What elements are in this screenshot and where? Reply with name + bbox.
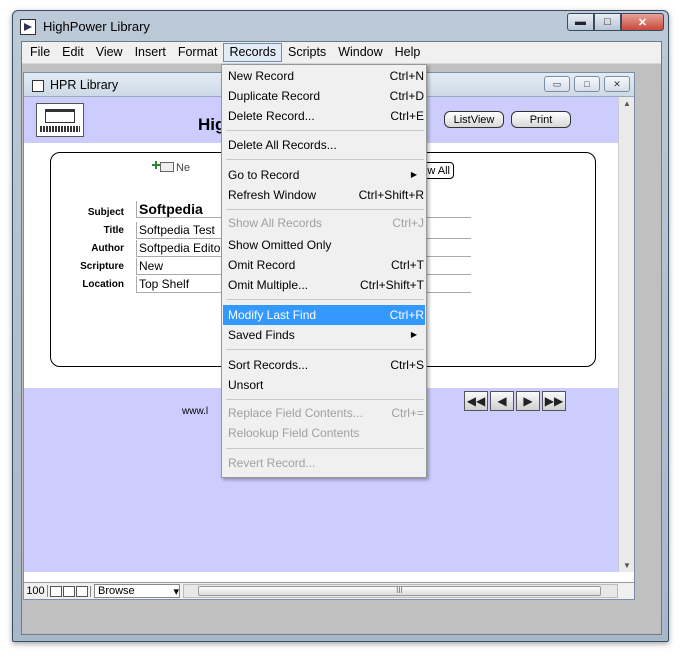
- menu-item-unsort[interactable]: Unsort: [223, 375, 425, 395]
- mode-select[interactable]: Browse ▾: [94, 584, 180, 598]
- menu-item-show-all-records: Show All Records Ctrl+J: [228, 216, 424, 230]
- menu-insert[interactable]: Insert: [129, 43, 172, 62]
- menu-item-duplicate-record[interactable]: Duplicate Record Ctrl+D: [223, 86, 425, 106]
- listview-button[interactable]: ListView: [444, 111, 504, 128]
- zoom-level[interactable]: 100: [24, 585, 48, 597]
- menu-item-show-omitted-only[interactable]: Show Omitted Only: [223, 235, 425, 255]
- records-menu-dropdown: New Record Ctrl+N Duplicate Record Ctrl+D …: [221, 64, 427, 478]
- app-titlebar[interactable]: HighPower Library ▬ □ ✕: [13, 11, 668, 41]
- menu-separator: [226, 448, 424, 449]
- record-navigation: ◀◀ ◀ ▶ ▶▶: [464, 391, 566, 411]
- app-icon: [20, 19, 36, 35]
- chevron-down-icon: ▾: [173, 585, 179, 598]
- menu-item-omit-record[interactable]: Omit Record Ctrl+T: [223, 255, 425, 275]
- zoom-out-icon[interactable]: [50, 585, 62, 597]
- menu-separator: [226, 159, 424, 160]
- menu-item-saved-finds[interactable]: Saved Finds ▶: [223, 325, 425, 345]
- new-record-icon[interactable]: [152, 158, 174, 174]
- scroll-down-icon[interactable]: ▼: [623, 561, 631, 570]
- title-label: Title: [103, 225, 124, 236]
- menu-format[interactable]: Format: [172, 43, 224, 62]
- minimize-button[interactable]: ▬: [567, 13, 594, 31]
- last-record-button[interactable]: ▶▶: [542, 391, 566, 411]
- menu-item-modify-last-find[interactable]: Modify Last Find Ctrl+R: [223, 305, 425, 325]
- author-label: Author: [91, 243, 124, 254]
- menu-item-delete-record[interactable]: Delete Record... Ctrl+E: [223, 106, 425, 126]
- vertical-scrollbar[interactable]: ▲ ▼: [618, 97, 634, 572]
- menu-item-sort-records[interactable]: Sort Records... Ctrl+S: [223, 355, 425, 375]
- new-record-label[interactable]: Ne: [176, 162, 190, 174]
- document-title: HPR Library: [50, 78, 119, 92]
- doc-maximize-button[interactable]: □: [574, 76, 600, 92]
- menu-separator: [226, 130, 424, 131]
- doc-minimize-button[interactable]: ▭: [544, 76, 570, 92]
- menu-edit[interactable]: Edit: [56, 43, 90, 62]
- menu-help[interactable]: Help: [389, 43, 427, 62]
- doc-close-button[interactable]: ✕: [604, 76, 630, 92]
- mode-value: Browse: [98, 585, 135, 597]
- menu-item-new-record[interactable]: New Record Ctrl+N: [223, 66, 425, 86]
- print-button[interactable]: Print: [511, 111, 571, 128]
- menu-file[interactable]: File: [24, 43, 56, 62]
- document-icon: [32, 80, 44, 92]
- menu-item-relookup-field-contents: Relookup Field Contents: [228, 426, 360, 440]
- status-toggle-icon[interactable]: [76, 585, 88, 597]
- menu-separator: [226, 209, 424, 210]
- menu-item-replace-field-contents: Replace Field Contents... Ctrl+=: [228, 406, 424, 420]
- subject-label: Subject: [87, 207, 124, 218]
- menu-separator: [226, 299, 424, 300]
- status-bar: 100 Browse ▾ III: [24, 582, 634, 599]
- menu-item-revert-record: Revert Record...: [228, 456, 316, 470]
- menu-item-delete-all-records[interactable]: Delete All Records...: [223, 135, 425, 155]
- horizontal-scrollbar[interactable]: III: [183, 584, 618, 598]
- menu-view[interactable]: View: [90, 43, 129, 62]
- library-logo: [36, 103, 84, 137]
- location-label: Location: [82, 279, 124, 290]
- zoom-in-icon[interactable]: [63, 585, 75, 597]
- menu-window[interactable]: Window: [332, 43, 388, 62]
- close-button[interactable]: ✕: [621, 13, 664, 31]
- menu-separator: [226, 349, 424, 350]
- website-text: www.l: [182, 406, 209, 417]
- scroll-thumb[interactable]: III: [198, 586, 601, 596]
- menu-records[interactable]: Records: [223, 43, 282, 62]
- menu-item-omit-multiple[interactable]: Omit Multiple... Ctrl+Shift+T: [223, 275, 425, 295]
- maximize-button[interactable]: □: [594, 13, 621, 31]
- menu-item-go-to-record[interactable]: Go to Record ▶: [223, 165, 425, 185]
- zoom-controls: [48, 585, 91, 597]
- menubar: File Edit View Insert Format Records Scr…: [22, 42, 661, 64]
- menu-scripts[interactable]: Scripts: [282, 43, 332, 62]
- scroll-up-icon[interactable]: ▲: [623, 99, 631, 108]
- app-title: HighPower Library: [43, 19, 150, 34]
- menu-separator: [226, 399, 424, 400]
- scripture-label: Scripture: [80, 261, 124, 272]
- first-record-button[interactable]: ◀◀: [464, 391, 488, 411]
- submenu-arrow-icon: ▶: [410, 330, 417, 339]
- menu-item-refresh-window[interactable]: Refresh Window Ctrl+Shift+R: [223, 185, 425, 205]
- previous-record-button[interactable]: ◀: [490, 391, 514, 411]
- next-record-button[interactable]: ▶: [516, 391, 540, 411]
- submenu-arrow-icon: ▶: [410, 170, 417, 179]
